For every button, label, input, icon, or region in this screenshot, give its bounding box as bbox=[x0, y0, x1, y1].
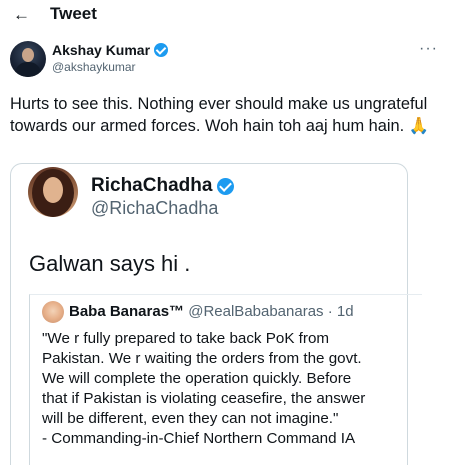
quoted-tweet-text: Galwan says hi . bbox=[29, 251, 191, 276]
quoted-avatar[interactable] bbox=[28, 167, 78, 217]
inner-text-line: We will complete the operation quickly. … bbox=[42, 370, 352, 387]
quoted-avatar-face bbox=[43, 177, 63, 203]
inner-quoted-author-handle[interactable]: @RealBababanaras bbox=[188, 303, 323, 320]
inner-text-line: - Commanding-in-Chief Northern Command I… bbox=[42, 430, 356, 447]
inner-text-line: that if Pakistan is violating ceasefire,… bbox=[42, 390, 366, 407]
quoted-author-name[interactable]: RichaChadha bbox=[91, 175, 212, 197]
avatar-body bbox=[15, 62, 41, 77]
verified-badge-icon bbox=[217, 177, 235, 195]
avatar-face bbox=[22, 48, 34, 62]
inner-quoted-tweet-text: "We r fully prepared to take back PoK fr… bbox=[42, 329, 422, 449]
avatar[interactable] bbox=[10, 41, 46, 77]
inner-quoted-avatar[interactable] bbox=[42, 301, 64, 323]
page-title: Tweet bbox=[50, 4, 97, 23]
author-handle[interactable]: @akshaykumar bbox=[52, 60, 136, 74]
inner-text-line: "We r fully prepared to take back PoK fr… bbox=[42, 330, 330, 347]
inner-quoted-author-name[interactable]: Baba Banaras™ bbox=[69, 303, 184, 320]
top-bar: ← Tweet bbox=[0, 0, 450, 30]
verified-badge-icon bbox=[154, 43, 169, 57]
inner-quoted-author-row[interactable]: Baba Banaras™ @RealBababanaras · 1d bbox=[69, 303, 354, 320]
inner-text-line: Pakistan. We r waiting the orders from t… bbox=[42, 350, 362, 367]
inner-quoted-timestamp[interactable]: · 1d bbox=[328, 303, 354, 320]
author-name[interactable]: Akshay Kumar bbox=[52, 42, 150, 58]
tweet-text: Hurts to see this. Nothing ever should m… bbox=[10, 95, 430, 135]
quoted-author-name-row[interactable]: RichaChadha bbox=[91, 175, 235, 197]
author-name-row[interactable]: Akshay Kumar bbox=[52, 42, 169, 58]
more-options-icon[interactable]: ··· bbox=[419, 40, 438, 58]
quoted-author-handle[interactable]: @RichaChadha bbox=[91, 198, 218, 219]
back-arrow-icon[interactable]: ← bbox=[13, 5, 30, 25]
inner-text-line: will be different, even they can not ima… bbox=[42, 410, 339, 427]
